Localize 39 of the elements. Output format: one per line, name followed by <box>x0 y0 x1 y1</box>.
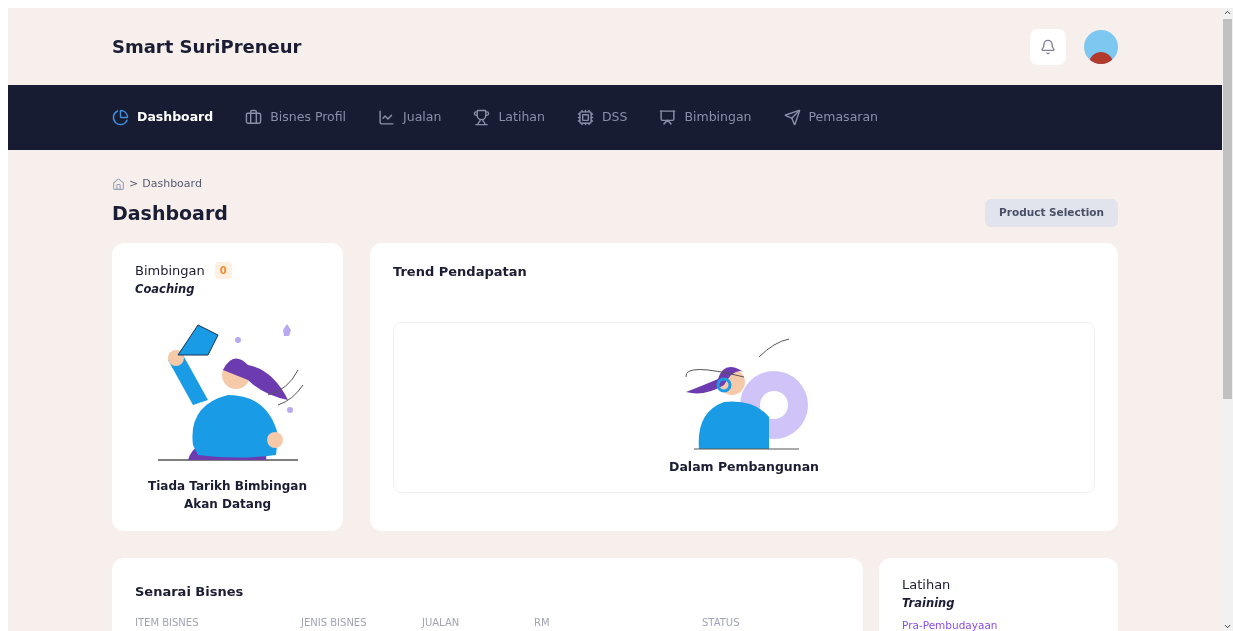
nav-tab[interactable]: Dashboard <box>112 108 214 127</box>
breadcrumb-current[interactable]: Dashboard <box>142 176 202 193</box>
line-chart-icon <box>378 109 396 126</box>
product-selection-button[interactable]: Product Selection <box>985 198 1118 227</box>
breadcrumb-separator: > <box>129 176 139 192</box>
chip-icon <box>576 109 594 126</box>
scrollbar[interactable] <box>1222 8 1233 631</box>
count-badge: 0 <box>214 262 232 280</box>
nav-tab[interactable]: DSS <box>576 108 628 127</box>
card-title: Bimbingan <box>135 262 205 280</box>
column-header: JENIS BISNES <box>301 616 368 630</box>
page-title: Dashboard <box>112 200 228 226</box>
card-subtitle: Training <box>902 594 956 612</box>
column-header: JUALAN <box>422 616 461 630</box>
empty-message: Tiada Tarikh Bimbingan Akan Datang <box>147 477 308 513</box>
bell-icon <box>1040 38 1056 55</box>
column-header: ITEM BISNES <box>135 616 200 630</box>
notification-button[interactable] <box>1030 28 1066 65</box>
briefcase-icon <box>245 109 263 126</box>
card-title: Latihan <box>902 576 952 594</box>
nav-tab[interactable]: Bisnes Profil <box>245 108 347 127</box>
scroll-up-icon[interactable] <box>1223 8 1232 17</box>
avatar[interactable] <box>1084 29 1118 64</box>
card-subtitle: Coaching <box>135 280 196 298</box>
nav-tab[interactable]: Latihan <box>473 108 545 127</box>
status-message: Dalam Pembangunan <box>669 458 819 477</box>
scroll-down-icon[interactable] <box>1223 622 1232 631</box>
app-title: Smart SuriPreneur <box>112 35 302 59</box>
nav-tab[interactable]: Bimbingan <box>659 108 752 127</box>
column-header: RM <box>534 616 551 630</box>
trophy-icon <box>473 109 491 126</box>
nav-tab[interactable]: Jualan <box>378 108 442 127</box>
training-link[interactable]: Pra-Pembudayaan <box>902 617 1095 631</box>
board-icon <box>659 109 677 126</box>
card-title: Senarai Bisnes <box>135 584 244 599</box>
card-title: Trend Pendapatan <box>393 263 528 281</box>
pie-chart-icon <box>112 109 129 126</box>
nav-tab[interactable]: Pemasaran <box>783 108 878 127</box>
column-header: STATUS <box>702 616 741 630</box>
